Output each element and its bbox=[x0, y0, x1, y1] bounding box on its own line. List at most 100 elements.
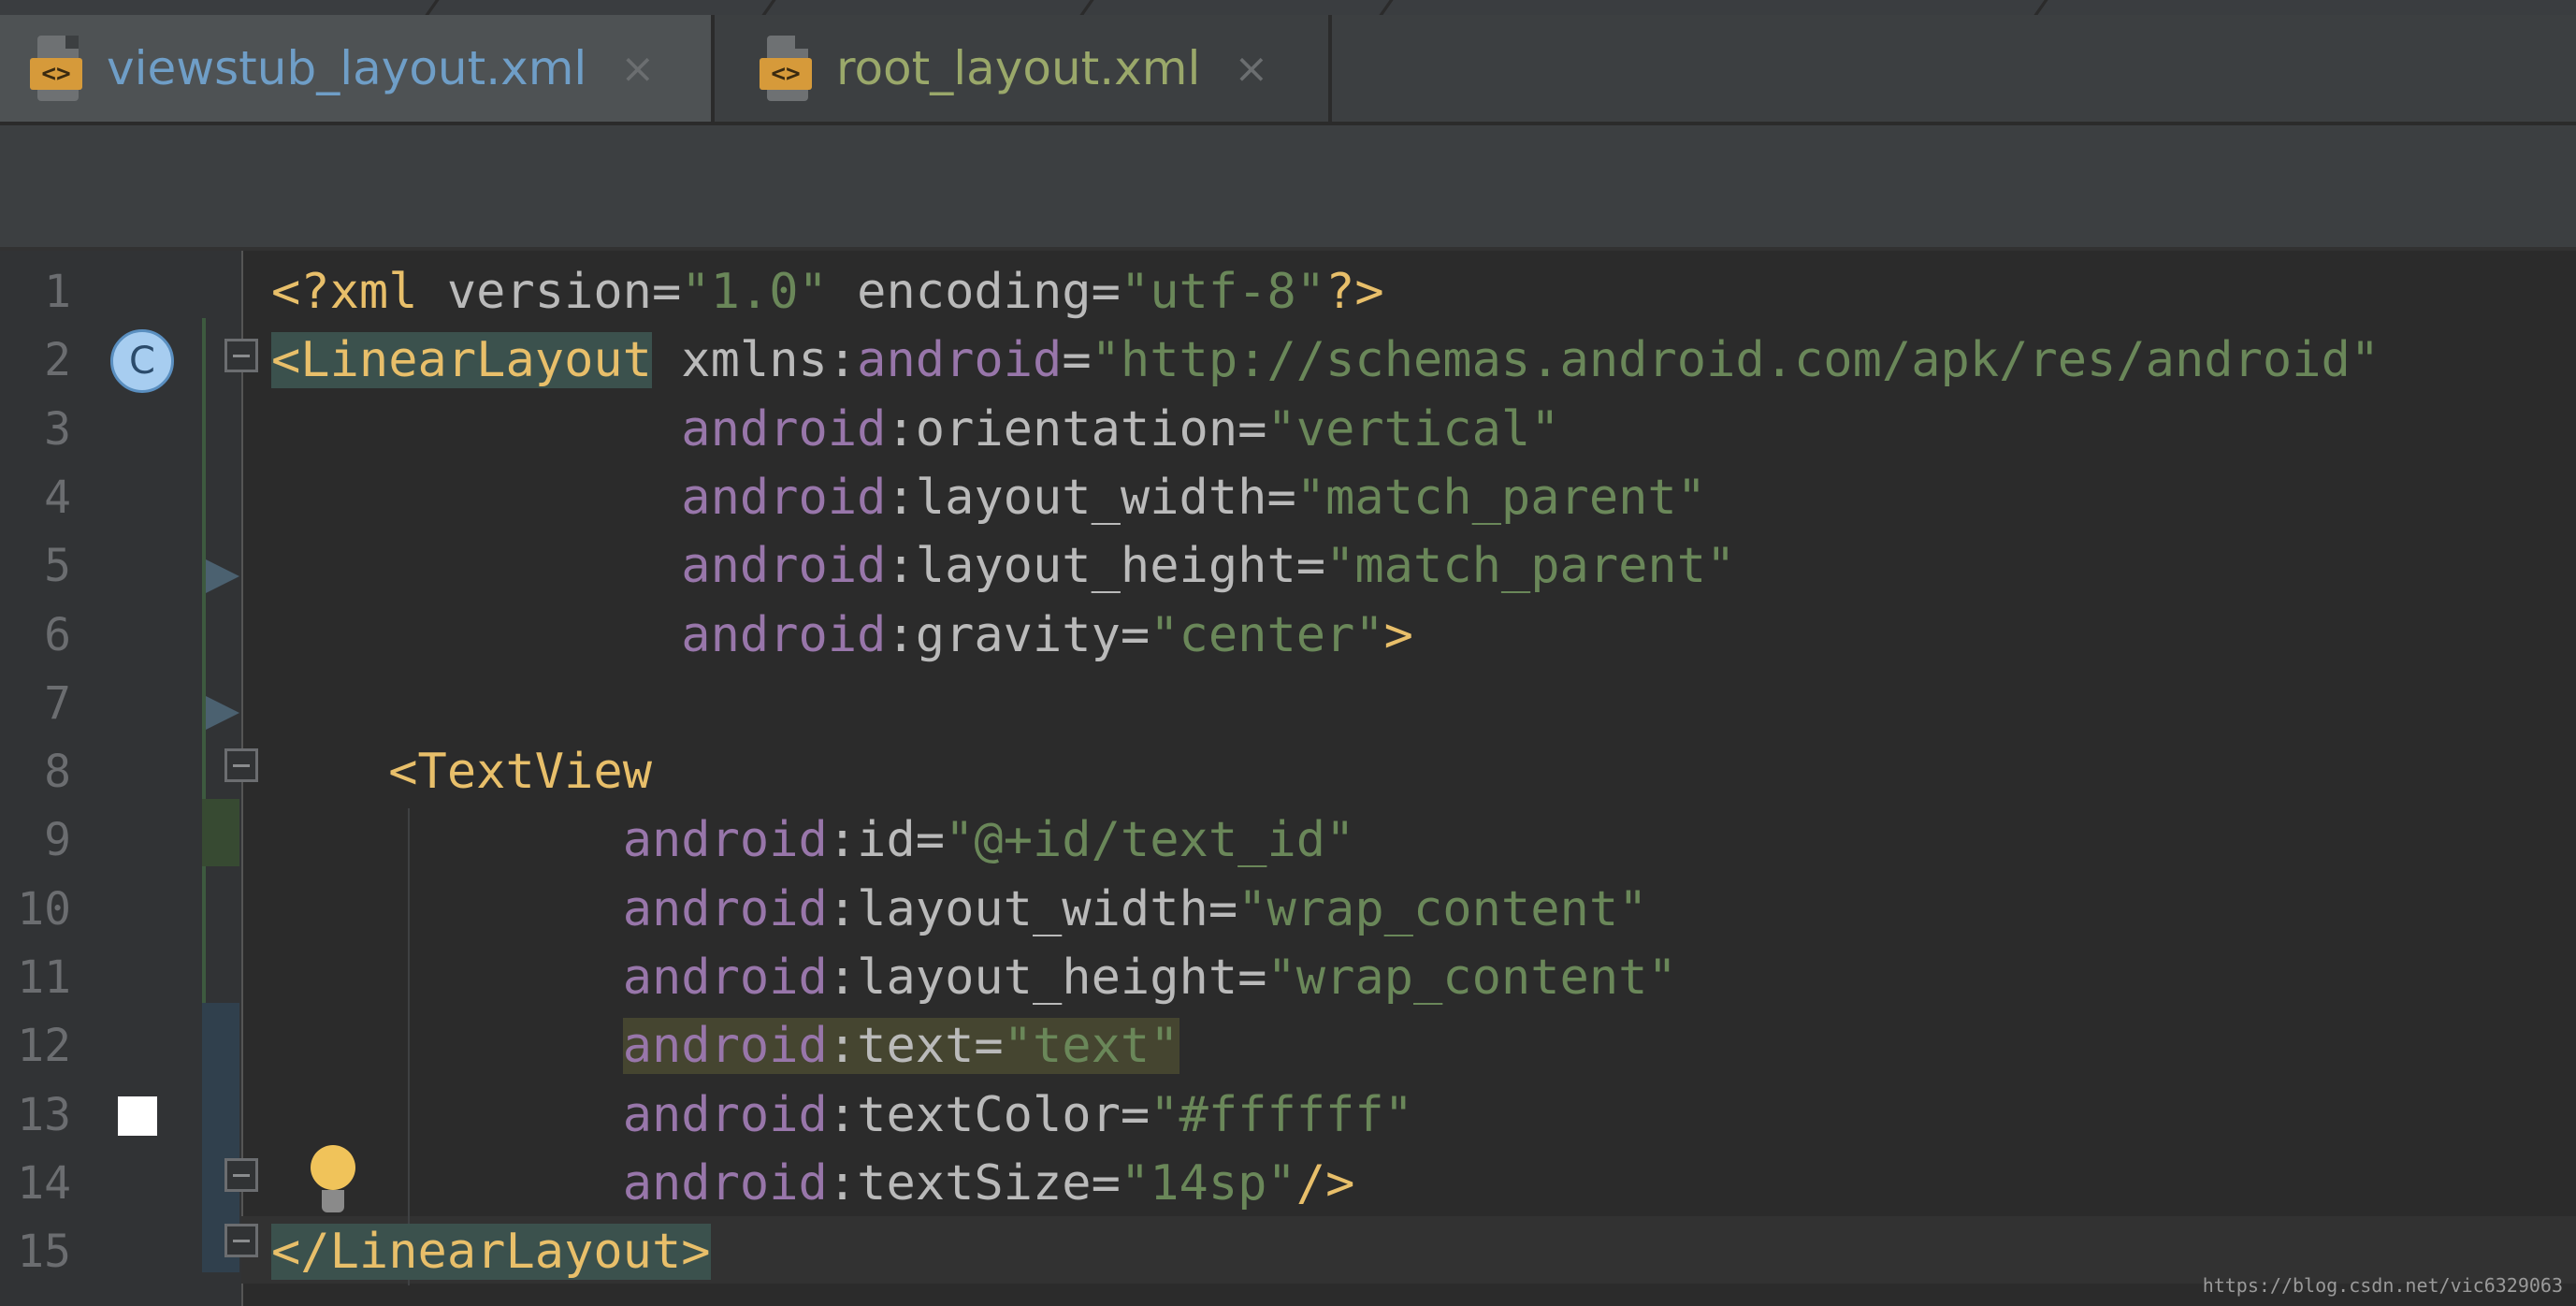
code-text: <TextView bbox=[271, 738, 652, 805]
code-token: "text" bbox=[1003, 1018, 1179, 1075]
code-editor[interactable]: 1 <?xml version="1.0" encoding="utf-8"?> 2… bbox=[0, 251, 2576, 1306]
tab-viewstub-layout[interactable]: <> viewstub_layout.xml × bbox=[0, 15, 715, 122]
strip-separator bbox=[2033, 0, 2048, 15]
code-token: android bbox=[622, 1086, 828, 1143]
line-number: 15 bbox=[17, 1226, 71, 1279]
code-line[interactable]: 6 android:gravity="center"> bbox=[0, 602, 2576, 669]
code-token: android bbox=[681, 606, 887, 663]
lightbulb-icon[interactable] bbox=[307, 1145, 359, 1216]
line-number: 14 bbox=[17, 1156, 71, 1210]
code-text: android:layout_width="match_parent" bbox=[271, 464, 1706, 531]
code-token: :id= bbox=[827, 812, 946, 869]
code-token: xmlns: bbox=[652, 332, 858, 389]
tab-label: viewstub_layout.xml bbox=[107, 41, 587, 95]
code-text: </LinearLayout> bbox=[271, 1218, 711, 1285]
line-number: 8 bbox=[44, 746, 71, 799]
code-token: "http://schemas.android.com/apk/res/andr… bbox=[1091, 332, 2381, 389]
line-number: 2 bbox=[44, 334, 71, 387]
fold-toggle-icon[interactable] bbox=[224, 1158, 262, 1199]
fold-toggle-icon[interactable] bbox=[224, 1224, 262, 1265]
code-line[interactable]: 11 android:layout_height="wrap_content" bbox=[0, 944, 2576, 1011]
code-token: android bbox=[622, 812, 828, 869]
code-token: android bbox=[622, 1154, 828, 1212]
code-token: ?> bbox=[1325, 264, 1384, 320]
code-line[interactable]: 1 <?xml version="1.0" encoding="utf-8"?> bbox=[0, 258, 2576, 326]
code-line[interactable]: 14 android:textSize="14sp"/> bbox=[0, 1150, 2576, 1217]
code-line[interactable]: 13 android:textColor="#ffffff" bbox=[0, 1081, 2576, 1149]
code-line[interactable]: 5 android:layout_height="match_parent" bbox=[0, 532, 2576, 600]
code-token: android bbox=[681, 469, 887, 526]
code-token: version= bbox=[446, 264, 682, 320]
code-token: :textSize= bbox=[827, 1154, 1121, 1212]
top-strip bbox=[0, 0, 2576, 15]
code-text: android:gravity="center"> bbox=[271, 602, 1413, 669]
code-token: :layout_width= bbox=[827, 880, 1238, 937]
strip-separator bbox=[425, 0, 440, 15]
color-swatch-icon[interactable] bbox=[118, 1096, 157, 1136]
line-number: 11 bbox=[17, 951, 71, 1004]
class-badge-icon[interactable]: C bbox=[110, 329, 174, 393]
code-token: :layout_width= bbox=[886, 469, 1296, 526]
fold-toggle-icon[interactable] bbox=[224, 339, 262, 380]
code-line[interactable]: 15 </LinearLayout> bbox=[0, 1218, 2576, 1285]
line-number: 12 bbox=[17, 1020, 71, 1073]
code-line[interactable]: 2 <LinearLayout xmlns:android="http://sch… bbox=[0, 326, 2576, 394]
fold-toggle-icon[interactable] bbox=[224, 748, 262, 790]
code-token: :orientation= bbox=[886, 400, 1267, 457]
close-icon[interactable]: × bbox=[620, 45, 655, 93]
code-token: <TextView bbox=[388, 744, 652, 801]
code-line[interactable]: 8 <TextView bbox=[0, 738, 2576, 805]
code-token: > bbox=[1383, 606, 1413, 663]
code-token: android bbox=[681, 538, 887, 595]
line-number: 6 bbox=[44, 608, 71, 661]
line-number: 10 bbox=[17, 882, 71, 936]
code-token: </LinearLayout> bbox=[271, 1224, 711, 1281]
strip-separator bbox=[1079, 0, 1094, 15]
code-text: android:layout_height="wrap_content" bbox=[271, 944, 1677, 1011]
code-line[interactable]: 9 android:id="@+id/text_id" bbox=[0, 806, 2576, 874]
code-token: android bbox=[622, 880, 828, 937]
code-token: "@+id/text_id" bbox=[945, 812, 1355, 869]
code-line[interactable]: 12 android:text="text" bbox=[0, 1012, 2576, 1080]
code-token: "match_parent" bbox=[1325, 538, 1736, 595]
code-token: "match_parent" bbox=[1295, 469, 1707, 526]
code-token: android bbox=[681, 400, 887, 457]
strip-separator bbox=[1379, 0, 1394, 15]
code-token: android bbox=[857, 332, 1063, 389]
code-token: :gravity= bbox=[886, 606, 1151, 663]
code-line[interactable]: 3 android:orientation="vertical" bbox=[0, 396, 2576, 463]
line-number: 3 bbox=[44, 402, 71, 456]
xml-file-icon: <> bbox=[30, 36, 82, 101]
code-line[interactable]: 4 android:layout_width="match_parent" bbox=[0, 464, 2576, 531]
code-token: encoding= bbox=[827, 264, 1121, 320]
code-token: /> bbox=[1295, 1154, 1355, 1212]
tab-label: root_layout.xml bbox=[836, 41, 1201, 95]
code-token: "center" bbox=[1150, 606, 1384, 663]
code-token: "#ffffff" bbox=[1150, 1086, 1413, 1143]
breadcrumb-bar bbox=[0, 125, 2576, 251]
code-token: <LinearLayout bbox=[271, 332, 652, 389]
code-text: android:orientation="vertical" bbox=[271, 396, 1560, 463]
code-token: = bbox=[1062, 332, 1092, 389]
close-icon[interactable]: × bbox=[1234, 45, 1268, 93]
code-line[interactable]: 10 android:layout_width="wrap_content" bbox=[0, 876, 2576, 943]
code-text: android:layout_height="match_parent" bbox=[271, 532, 1735, 600]
code-line[interactable]: 7 bbox=[0, 670, 2576, 737]
line-number: 13 bbox=[17, 1088, 71, 1141]
tab-root-layout[interactable]: <> root_layout.xml × bbox=[715, 15, 1332, 122]
editor-tab-bar: <> viewstub_layout.xml × <> root_layout.… bbox=[0, 15, 2576, 125]
code-token: "vertical" bbox=[1266, 400, 1560, 457]
code-token: :layout_height= bbox=[886, 538, 1326, 595]
line-number: 4 bbox=[44, 471, 71, 524]
watermark: https://blog.csdn.net/vic6329063 bbox=[2202, 1274, 2563, 1297]
code-text: <?xml version="1.0" encoding="utf-8"?> bbox=[271, 258, 1384, 326]
line-number: 1 bbox=[44, 266, 71, 318]
